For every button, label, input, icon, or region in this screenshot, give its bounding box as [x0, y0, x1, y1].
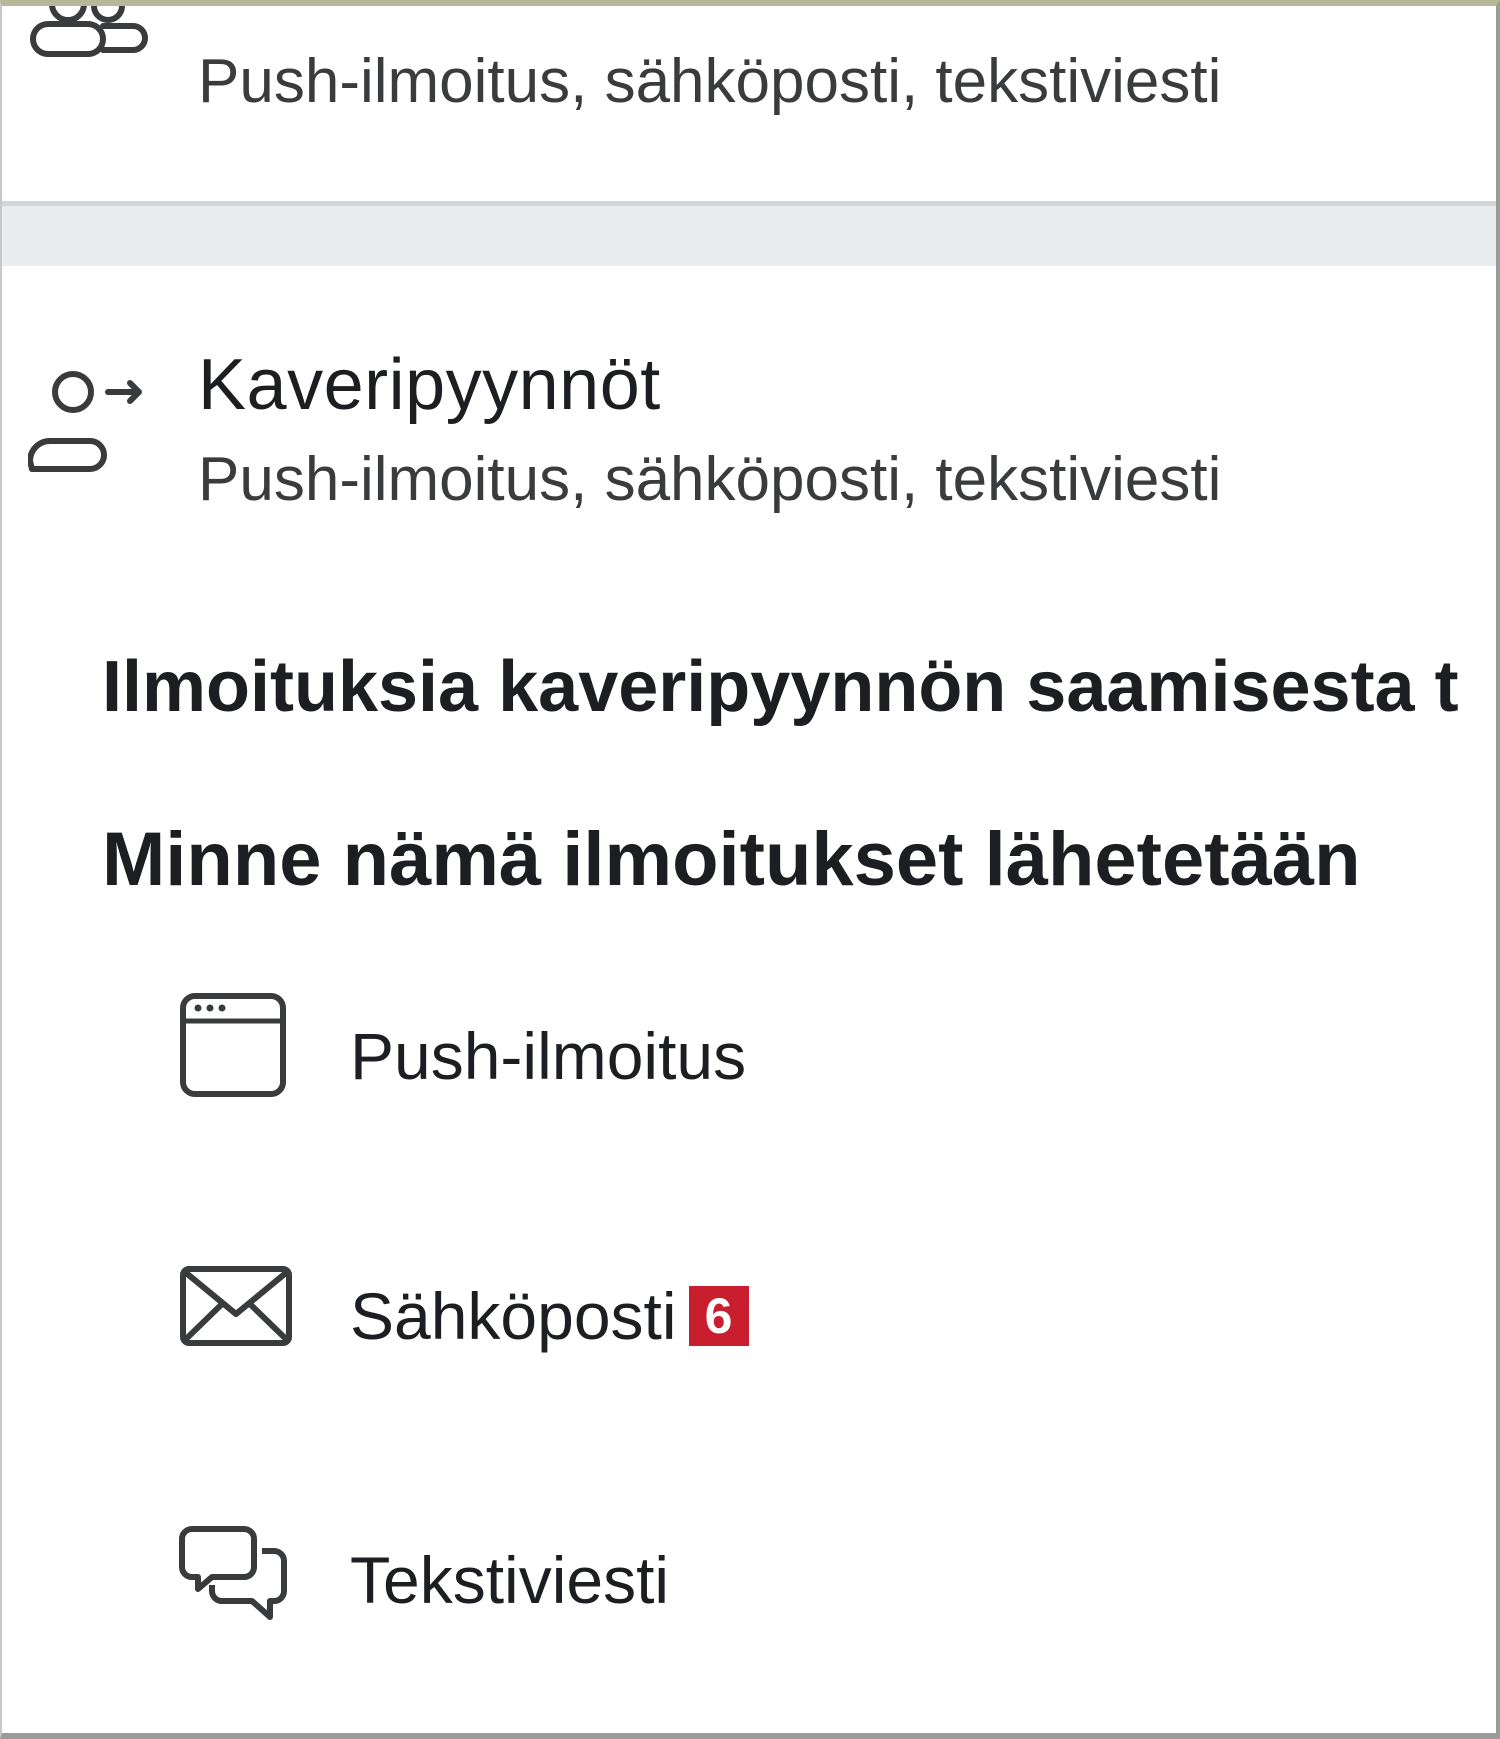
- count-badge: 6: [688, 1286, 749, 1346]
- channels-heading: Minne nämä ilmoitukset lähetetään: [102, 817, 1361, 902]
- channel-label: Push-ilmoitus: [350, 1019, 747, 1093]
- row-subtitle: Push-ilmoitus, sähköposti, tekstiviesti: [198, 445, 1222, 514]
- channel-label-text: Sähköposti: [350, 1279, 677, 1353]
- row-subtitle: Push-ilmoitus, sähköposti, tekstiviesti: [198, 47, 1222, 116]
- channel-label: Tekstiviesti: [350, 1543, 670, 1617]
- channel-label: Sähköposti 6: [350, 1278, 749, 1354]
- chat-bubbles-icon: [179, 1526, 287, 1620]
- section-description: Ilmoituksia kaveripyynnön saamisesta t: [102, 647, 1459, 727]
- browser-window-icon: [180, 993, 286, 1097]
- envelope-icon: [180, 1266, 292, 1346]
- friend-request-icon: [28, 371, 142, 472]
- group-icon: [30, 6, 148, 57]
- section-divider: [2, 201, 1496, 266]
- row-title: Kaveripyynnöt: [198, 345, 661, 425]
- notification-settings-panel: Push-ilmoitus, sähköposti, tekstiviesti …: [0, 0, 1500, 1739]
